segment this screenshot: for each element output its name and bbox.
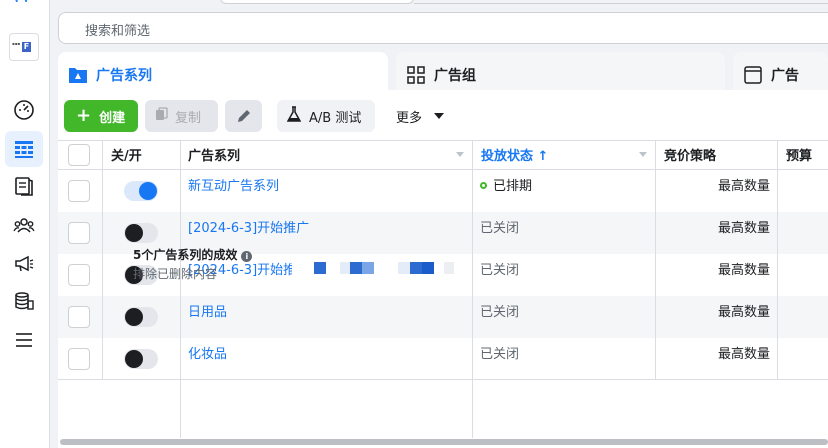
- footer-border: [58, 379, 828, 380]
- campaign-toggle[interactable]: [124, 307, 158, 327]
- nav-ads-manager[interactable]: [5, 131, 43, 167]
- col-header-budget[interactable]: 预算: [786, 140, 812, 169]
- row-checkbox[interactable]: [68, 306, 90, 328]
- toggle-knob: [125, 350, 143, 368]
- ad-square-icon: [743, 65, 763, 85]
- nav-all-tools[interactable]: [5, 322, 43, 358]
- account-logo[interactable]: ▪▪▪ F: [9, 33, 39, 61]
- campaign-name-link[interactable]: 新互动广告系列: [188, 175, 279, 194]
- folder-icon: [68, 65, 88, 85]
- col-divider: [102, 140, 103, 379]
- tab-ads-label: 广告: [771, 68, 799, 84]
- row-checkbox[interactable]: [68, 222, 90, 244]
- horizontal-scrollbar[interactable]: [60, 439, 828, 445]
- col-divider: [777, 140, 778, 379]
- nav-dashboard[interactable]: [5, 92, 43, 128]
- flask-icon: [286, 106, 302, 126]
- search-placeholder: 搜索和筛选: [85, 24, 151, 39]
- database-icon: [15, 292, 34, 310]
- nav-campaigns[interactable]: [5, 245, 43, 281]
- col-header-name[interactable]: 广告系列: [188, 140, 472, 169]
- row-checkbox[interactable]: [68, 264, 90, 286]
- loading-blocks: [314, 262, 454, 274]
- ab-test-label: A/B 测试: [309, 110, 362, 126]
- campaign-toggle[interactable]: [124, 181, 158, 201]
- col-divider: [472, 140, 473, 438]
- tab-ad-sets-label: 广告组: [434, 68, 476, 84]
- sort-caret-icon: [639, 152, 647, 157]
- top-divider: [414, 3, 828, 4]
- search-filter-bar[interactable]: 搜索和筛选: [58, 12, 828, 44]
- nav-billing[interactable]: [5, 283, 43, 319]
- toggle-knob: [139, 182, 157, 200]
- col-header-name-label: 广告系列: [188, 149, 241, 164]
- col-header-toggle[interactable]: 关/开: [111, 140, 142, 169]
- bid-strategy: 最高数量: [717, 179, 770, 194]
- sort-caret-icon: [456, 152, 464, 157]
- results-summary-title: 5个广告系列的成效 i: [133, 246, 253, 263]
- row-checkbox[interactable]: [68, 348, 90, 370]
- delivery-status: 已关闭: [480, 347, 520, 362]
- delivery-status: 已关闭: [480, 263, 520, 278]
- delivery-status: 已关闭: [480, 221, 520, 236]
- duplicate-button[interactable]: 复制: [145, 100, 218, 132]
- campaign-toggle[interactable]: [124, 223, 158, 243]
- toggle-knob: [125, 308, 143, 326]
- edit-button[interactable]: [225, 100, 262, 132]
- campaign-name-link[interactable]: 日用品: [188, 301, 227, 320]
- people-icon: [13, 218, 35, 233]
- campaign-toggle[interactable]: [124, 349, 158, 369]
- bid-strategy: 最高数量: [717, 347, 770, 362]
- toggle-knob: [125, 224, 143, 242]
- bid-strategy: 最高数量: [717, 221, 770, 236]
- logo-f-icon: F: [22, 42, 31, 52]
- grid-icon: [406, 65, 426, 85]
- scheduled-dot-icon: [480, 182, 487, 189]
- plus-icon: +: [76, 105, 92, 126]
- bid-strategy: 最高数量: [717, 263, 770, 278]
- logo-mark: ▪▪▪: [12, 41, 21, 46]
- col-header-status[interactable]: 投放状态 ↑: [481, 140, 655, 169]
- info-icon[interactable]: i: [241, 251, 253, 262]
- bid-strategy: 最高数量: [717, 305, 770, 320]
- pencil-icon: [237, 110, 250, 122]
- create-label: 创建: [99, 110, 126, 126]
- left-nav-rail: ∨∨ ▪▪▪ F: [0, 0, 50, 448]
- col-header-bid[interactable]: 竞价策略: [664, 140, 716, 169]
- nav-pages[interactable]: [5, 168, 43, 204]
- row-checkbox[interactable]: [68, 180, 90, 202]
- duplicate-label: 复制: [175, 110, 202, 126]
- select-all-checkbox[interactable]: [68, 144, 90, 166]
- results-summary-text: 5个广告系列的成效: [133, 248, 238, 262]
- top-dropdown-partial[interactable]: [220, 0, 414, 4]
- duplicate-icon: [155, 107, 169, 125]
- more-dropdown[interactable]: 更多: [388, 100, 450, 132]
- campaign-name-link[interactable]: 化妆品: [188, 343, 227, 362]
- campaign-name-link[interactable]: [2024-6-3]开始推广: [188, 217, 309, 236]
- more-label: 更多: [396, 110, 423, 126]
- delivery-status: 已排期: [480, 175, 532, 194]
- col-header-status-label: 投放状态 ↑: [481, 149, 549, 164]
- nav-audiences[interactable]: [5, 207, 43, 243]
- hamburger-icon: [16, 333, 32, 347]
- delivery-status-text: 已排期: [493, 179, 533, 194]
- gauge-icon: [14, 100, 34, 120]
- book-icon: [15, 177, 33, 196]
- menu-glyph-icon: ∨∨: [13, 0, 39, 5]
- ab-test-button[interactable]: A/B 测试: [277, 100, 375, 132]
- tab-campaigns-label: 广告系列: [96, 68, 152, 84]
- caret-down-icon: [434, 113, 445, 119]
- create-button[interactable]: + 创建: [64, 100, 138, 132]
- table-icon: [15, 141, 33, 158]
- col-divider: [180, 140, 181, 438]
- results-summary-subtitle: 排除已删除内容: [133, 267, 218, 281]
- megaphone-icon: [15, 255, 34, 272]
- delivery-status: 已关闭: [480, 305, 520, 320]
